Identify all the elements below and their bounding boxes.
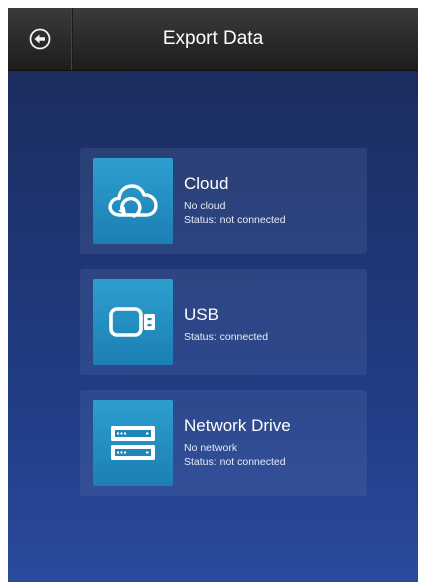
option-status: Status: not connected (184, 214, 286, 226)
usb-drive-icon (109, 307, 155, 337)
export-option-cloud[interactable]: Cloud No cloud Status: not connected (80, 148, 367, 254)
network-drive-info: Network Drive No network Status: not con… (184, 416, 361, 469)
network-drive-tile (93, 400, 173, 486)
header-bar: Export Data (8, 8, 418, 71)
cloud-tile (93, 158, 173, 244)
option-status: Status: not connected (184, 456, 286, 468)
option-title: Cloud (184, 174, 229, 193)
option-title: USB (184, 305, 219, 324)
option-title: Network Drive (184, 416, 291, 435)
cloud-sync-icon (108, 184, 158, 218)
option-detail: No network (184, 442, 238, 454)
export-option-network-drive[interactable]: Network Drive No network Status: not con… (80, 390, 367, 496)
usb-info: USB Status: connected (184, 305, 361, 344)
option-status: Status: connected (184, 331, 269, 343)
export-option-usb[interactable]: USB Status: connected (80, 269, 367, 375)
back-arrow-circle-icon (29, 28, 51, 50)
usb-tile (93, 279, 173, 365)
back-button[interactable] (8, 8, 73, 70)
export-data-screen: Export Data Cloud No cloud Status: not c… (8, 8, 418, 582)
cloud-info: Cloud No cloud Status: not connected (184, 174, 361, 227)
option-detail: No cloud (184, 200, 226, 212)
page-title: Export Data (162, 28, 264, 49)
network-drive-icon (111, 426, 155, 460)
